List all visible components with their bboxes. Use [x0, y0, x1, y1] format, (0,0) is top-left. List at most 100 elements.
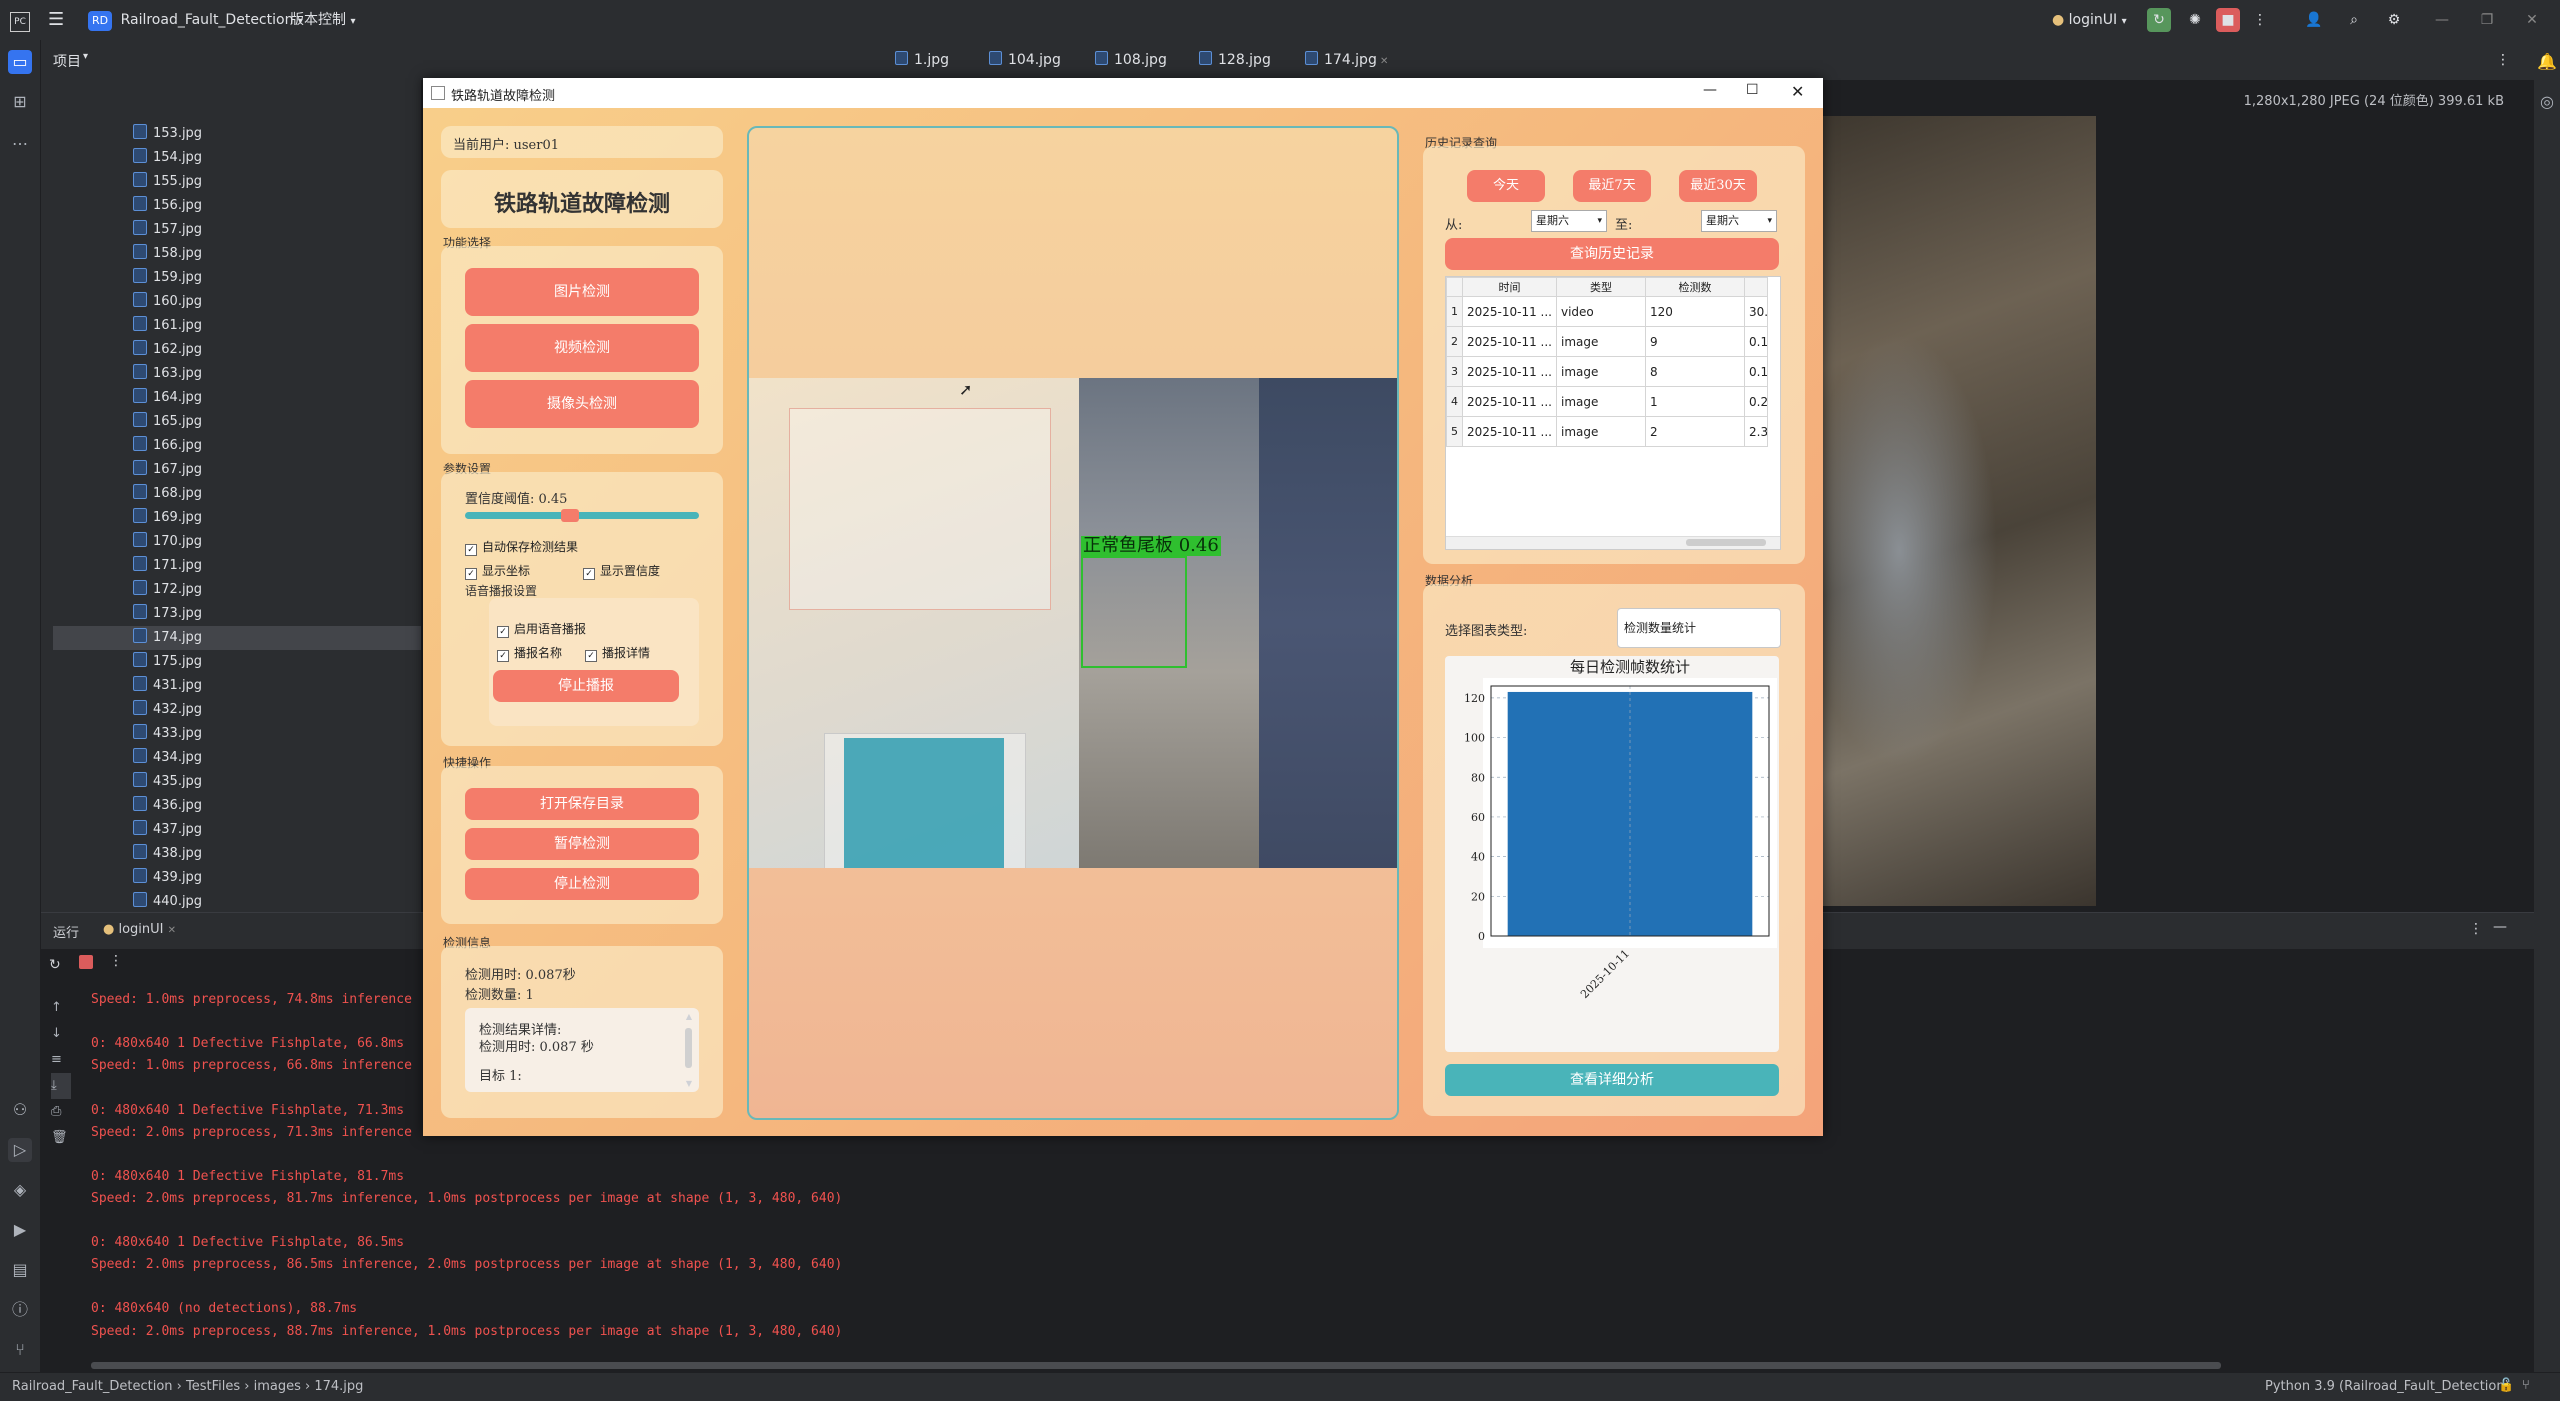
run-tab[interactable]: ● loginUI ✕	[103, 922, 176, 937]
services-icon[interactable]: ▶	[8, 1218, 32, 1242]
restore-icon[interactable]: ❐	[2475, 8, 2499, 32]
file-tree-item[interactable]: 160.jpg	[133, 290, 202, 314]
minimize-icon[interactable]: —	[2430, 8, 2454, 32]
git-icon[interactable]: ⑂	[8, 1338, 32, 1362]
close-icon[interactable]: ✕	[1791, 82, 1804, 101]
file-tree-item[interactable]: 163.jpg	[133, 362, 202, 386]
user-icon[interactable]: 👤	[2302, 8, 2326, 32]
col-header-count[interactable]: 检测数	[1645, 277, 1745, 297]
history-table[interactable]: 时间 类型 检测数 1 2025-10-11 ... video 120 30. 2 202…	[1445, 276, 1781, 550]
scroll-end-icon[interactable]: ⤓	[51, 1073, 71, 1099]
run-config-selector[interactable]: ● loginUI ▾	[2052, 8, 2127, 32]
more-tools-icon[interactable]: …	[8, 128, 32, 152]
stop-icon[interactable]	[79, 955, 93, 969]
file-tree-item[interactable]: 157.jpg	[133, 218, 202, 242]
from-date-select[interactable]: 星期六 ▾	[1531, 210, 1607, 232]
col-header-time[interactable]: 时间	[1462, 277, 1557, 297]
file-tree-item[interactable]: 162.jpg	[133, 338, 202, 362]
query-history-button[interactable]: 查询历史记录	[1445, 238, 1779, 270]
editor-tab[interactable]: 104.jpg	[989, 40, 1061, 80]
breadcrumb-item[interactable]: 174.jpg	[314, 1379, 363, 1394]
file-tree-item[interactable]: 156.jpg	[133, 194, 202, 218]
video-detect-button[interactable]: 视频检测	[465, 324, 699, 372]
interpreter-status[interactable]: Python 3.9 (Railroad_Fault_Detection)	[2265, 1379, 2510, 1394]
rerun-icon[interactable]: ↻	[49, 957, 69, 979]
confidence-slider[interactable]	[465, 509, 699, 522]
file-tree-item[interactable]: 431.jpg	[133, 674, 202, 698]
autosave-checkbox[interactable]: ✓ 自动保存检测结果	[465, 538, 578, 556]
close-icon[interactable]: ✕	[168, 925, 176, 936]
breadcrumb-item[interactable]: images	[254, 1379, 301, 1394]
close-icon[interactable]: ✕	[2520, 8, 2544, 32]
to-date-select[interactable]: 星期六 ▾	[1701, 210, 1777, 232]
stop-detect-button[interactable]: 停止检测	[465, 868, 699, 900]
today-button[interactable]: 今天	[1467, 170, 1545, 202]
stop-icon[interactable]: ■	[2216, 8, 2240, 32]
terminal-icon[interactable]: ▤	[8, 1258, 32, 1282]
problems-icon[interactable]: ⓘ	[8, 1298, 32, 1322]
show-coords-checkbox[interactable]: ✓ 显示坐标	[465, 562, 530, 580]
file-tree-item[interactable]: 433.jpg	[133, 722, 202, 746]
search-icon[interactable]: ⌕	[2342, 8, 2366, 32]
editor-tab[interactable]: 128.jpg	[1199, 40, 1271, 80]
file-tree-item[interactable]: 436.jpg	[133, 794, 202, 818]
trash-icon[interactable]: 🗑	[51, 1125, 71, 1151]
enable-voice-checkbox[interactable]: ✓ 启用语音播报	[497, 620, 586, 638]
table-row[interactable]: 2 2025-10-11 ... image 9 0.1	[1446, 326, 1768, 357]
file-tree-item[interactable]: 439.jpg	[133, 866, 202, 890]
layers-icon[interactable]: ◈	[8, 1178, 32, 1202]
minimize-panel-icon[interactable]: —	[2493, 919, 2507, 935]
pause-detect-button[interactable]: 暂停检测	[465, 828, 699, 860]
file-tree-item[interactable]: 175.jpg	[133, 650, 202, 674]
notification-icon[interactable]: 🔔	[2535, 50, 2559, 74]
view-detail-analysis-button[interactable]: 查看详细分析	[1445, 1064, 1779, 1096]
soft-wrap-icon[interactable]: ≡	[51, 1047, 71, 1073]
result-scrollbar[interactable]: ▲ ▼	[683, 1012, 695, 1088]
file-tree-item[interactable]: 437.jpg	[133, 818, 202, 842]
breadcrumb-item[interactable]: Railroad_Fault_Detection	[12, 1379, 173, 1394]
result-detail-box[interactable]: 检测结果详情: 检测用时: 0.087 秒 目标 1: ▲ ▼	[465, 1008, 699, 1092]
file-tree-item[interactable]: 165.jpg	[133, 410, 202, 434]
lock-icon[interactable]: 🔓	[2498, 1378, 2514, 1393]
file-tree-item[interactable]: 158.jpg	[133, 242, 202, 266]
breadcrumb-item[interactable]: TestFiles	[186, 1379, 240, 1394]
close-icon[interactable]: ✕	[1377, 56, 1388, 67]
git-status-icon[interactable]: ⑂	[2522, 1378, 2530, 1393]
editor-tab[interactable]: 174.jpg ✕	[1305, 40, 1389, 80]
run-icon[interactable]: ▷	[8, 1138, 32, 1162]
file-tree-item[interactable]: 173.jpg	[133, 602, 202, 626]
file-tree-item[interactable]: 161.jpg	[133, 314, 202, 338]
announce-detail-checkbox[interactable]: ✓ 播报详情	[585, 644, 650, 662]
main-menu-icon[interactable]: ☰	[48, 8, 64, 32]
file-tree-item[interactable]: 174.jpg	[53, 626, 463, 650]
chart-type-select[interactable]: 检测数量统计	[1617, 608, 1781, 648]
debug-icon[interactable]: ✺	[2183, 8, 2207, 32]
col-header-type[interactable]: 类型	[1556, 277, 1646, 297]
file-tree-item[interactable]: 155.jpg	[133, 170, 202, 194]
arrow-up-icon[interactable]: ↑	[51, 995, 71, 1021]
rerun-icon[interactable]: ↻	[2147, 8, 2171, 32]
more-icon[interactable]: ⋮	[109, 953, 123, 969]
file-tree-item[interactable]: 166.jpg	[133, 434, 202, 458]
table-row[interactable]: 3 2025-10-11 ... image 8 0.1	[1446, 356, 1768, 387]
table-hscrollbar[interactable]	[1446, 536, 1780, 549]
more-icon[interactable]: ⋮	[2469, 921, 2483, 937]
file-tree-item[interactable]: 434.jpg	[133, 746, 202, 770]
print-icon[interactable]: ⎙	[51, 1099, 71, 1125]
file-tree-item[interactable]: 154.jpg	[133, 146, 202, 170]
folder-icon[interactable]: ▭	[8, 50, 32, 74]
file-tree-item[interactable]: 153.jpg	[133, 122, 202, 146]
last30-button[interactable]: 最近30天	[1679, 170, 1757, 202]
more-icon[interactable]: ⋮	[2252, 8, 2268, 32]
file-tree-item[interactable]: 435.jpg	[133, 770, 202, 794]
announce-name-checkbox[interactable]: ✓ 播报名称	[497, 644, 562, 662]
file-tree-item[interactable]: 432.jpg	[133, 698, 202, 722]
file-tree-item[interactable]: 171.jpg	[133, 554, 202, 578]
structure-icon[interactable]: ⊞	[8, 90, 32, 114]
table-row[interactable]: 5 2025-10-11 ... image 2 2.3	[1446, 416, 1768, 447]
vcs-menu[interactable]: 版本控制 ▾	[290, 8, 355, 32]
stop-voice-button[interactable]: 停止播报	[493, 670, 679, 702]
tabs-more-icon[interactable]: ⋮	[2491, 40, 2515, 80]
file-tree-item[interactable]: 172.jpg	[133, 578, 202, 602]
file-tree-item[interactable]: 169.jpg	[133, 506, 202, 530]
